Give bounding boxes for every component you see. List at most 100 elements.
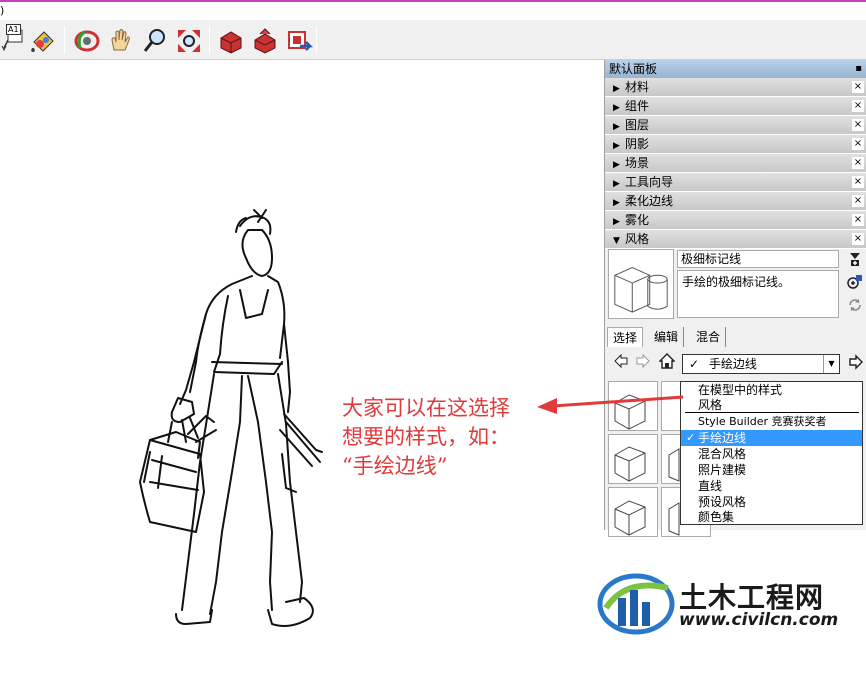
dropdown-option-in-model[interactable]: 在模型中的样式	[681, 382, 862, 398]
style-thumbnail	[608, 249, 674, 319]
details-arrow-icon[interactable]	[848, 354, 864, 370]
expand-arrow-icon: ▶	[613, 179, 620, 189]
tray-label: 工具向导	[625, 175, 674, 189]
back-arrow-icon[interactable]	[613, 353, 629, 369]
tray-materials[interactable]: ▶ 材料 ×	[605, 78, 866, 97]
tray-scenes[interactable]: ▶ 场景 ×	[605, 154, 866, 173]
option-label: 手绘边线	[698, 431, 747, 445]
close-icon[interactable]: ×	[852, 81, 864, 93]
civilcn-logo: 土木工程网 www.civilcn.com	[596, 568, 866, 638]
style-thumbnail-cell[interactable]	[608, 487, 658, 537]
close-icon[interactable]: ×	[852, 119, 864, 131]
refresh-icon[interactable]	[847, 297, 863, 313]
dropdown-option-assorted[interactable]: 混合风格	[681, 446, 862, 462]
expand-arrow-icon: ▶	[613, 217, 620, 227]
dropdown-option-photo-modeling[interactable]: 照片建模	[681, 462, 862, 478]
annotation-arrow-icon	[537, 395, 684, 414]
close-icon[interactable]: ×	[852, 176, 864, 188]
close-icon[interactable]: ×	[852, 138, 864, 150]
dropdown-option-straight-lines[interactable]: 直线	[681, 478, 862, 494]
logo-url: www.civilcn.com	[679, 610, 839, 630]
close-icon[interactable]: ×	[852, 214, 864, 226]
tray-fog[interactable]: ▶ 雾化 ×	[605, 211, 866, 230]
close-icon[interactable]: ×	[852, 100, 864, 112]
tray-instructor[interactable]: ▶ 工具向导 ×	[605, 173, 866, 192]
tab-select[interactable]: 选择	[607, 327, 644, 347]
pan-hand-icon[interactable]	[106, 26, 136, 56]
chevron-down-icon[interactable]: ▼	[823, 355, 839, 373]
toolbar-separator	[316, 26, 317, 54]
tray-label: 场景	[625, 156, 650, 170]
panel-title: 默认面板 ▪	[605, 60, 866, 78]
extension-icon[interactable]	[284, 26, 314, 56]
close-icon[interactable]: ×	[852, 233, 864, 245]
annotation-line: “手绘边线”	[342, 454, 448, 478]
cube-cylinder-icon	[614, 266, 668, 313]
style-nav-row: ✓ 手绘边线 ▼	[605, 349, 866, 374]
option-label: 预设风格	[698, 495, 747, 509]
option-label: 风格	[698, 398, 723, 412]
logo-emblem-icon	[597, 573, 675, 635]
annotation-callout: 大家可以在这选择 想要的样式，如： “手绘边线”	[342, 394, 510, 481]
dropdown-option-styles[interactable]: 风格	[681, 397, 862, 413]
style-library-dropdown: 在模型中的样式 风格 Style Builder 竞赛获奖者 ✓ 手绘边线 混合风…	[680, 381, 863, 525]
dropdown-option-default-styles[interactable]: 预设风格	[681, 494, 862, 510]
tab-edit[interactable]: 编辑	[649, 327, 685, 347]
tray-label: 阴影	[625, 137, 650, 151]
dropdown-option-sketchy-edges[interactable]: ✓ 手绘边线	[681, 430, 862, 446]
warehouse-get-icon[interactable]	[216, 26, 246, 56]
a1-label: A1	[6, 24, 21, 35]
drawing-canvas[interactable]	[0, 62, 604, 675]
create-style-icon[interactable]	[847, 251, 863, 267]
close-icon[interactable]: ×	[852, 157, 864, 169]
toolbar: A1	[0, 20, 866, 60]
tray-layers[interactable]: ▶ 图层 ×	[605, 116, 866, 135]
tray-label: 柔化边线	[625, 194, 674, 208]
select-value: 手绘边线	[708, 357, 757, 371]
expand-arrow-icon: ▶	[613, 122, 620, 132]
tray-styles[interactable]: ▼ 风格 ×	[605, 230, 866, 249]
option-label: Style Builder 竞赛获奖者	[698, 415, 827, 428]
update-style-icon[interactable]	[847, 273, 863, 289]
tray-label: 风格	[625, 232, 650, 246]
expand-arrow-icon: ▶	[613, 141, 620, 151]
dropdown-option-color-sets[interactable]: 颜色集	[681, 509, 862, 525]
style-description-field[interactable]: 手绘的极细标记线。	[677, 270, 839, 318]
home-icon[interactable]	[658, 353, 676, 369]
close-icon[interactable]: ×	[852, 195, 864, 207]
orbit-icon[interactable]	[72, 26, 102, 56]
zoom-extents-icon[interactable]	[174, 26, 204, 56]
option-label: 颜色集	[698, 510, 735, 524]
pin-icon[interactable]: ▪	[855, 60, 862, 78]
zoom-icon[interactable]	[140, 26, 170, 56]
expand-arrow-icon: ▶	[613, 160, 620, 170]
menu-fragment[interactable]: )	[0, 4, 4, 17]
toolbar-separator	[209, 26, 210, 54]
menu-bar: )	[0, 0, 866, 20]
tab-mix[interactable]: 混合	[691, 327, 727, 347]
dropdown-option-style-builder[interactable]: Style Builder 竞赛获奖者	[681, 414, 862, 430]
tray-components[interactable]: ▶ 组件 ×	[605, 97, 866, 116]
dropdown-divider	[685, 412, 859, 413]
tray-soften-edges[interactable]: ▶ 柔化边线 ×	[605, 192, 866, 211]
expand-arrow-icon: ▶	[613, 84, 620, 94]
style-library-select[interactable]: ✓ 手绘边线 ▼	[682, 354, 840, 374]
paint-bucket-icon[interactable]	[28, 26, 58, 56]
panel-title-text: 默认面板	[609, 62, 658, 76]
style-tabs: 选择 编辑 混合	[605, 327, 866, 347]
toolbar-separator	[64, 26, 65, 54]
tray-shadows[interactable]: ▶ 阴影 ×	[605, 135, 866, 154]
collapse-arrow-icon: ▼	[613, 236, 620, 246]
option-label: 直线	[698, 479, 723, 493]
check-icon: ✓	[686, 431, 696, 444]
select-check-icon: ✓	[689, 357, 700, 371]
warehouse-share-icon[interactable]	[250, 26, 280, 56]
style-name-field[interactable]: 极细标记线	[677, 250, 839, 268]
tray-label: 组件	[625, 99, 650, 113]
hand-drawn-figure-icon	[139, 209, 323, 627]
tray-label: 材料	[625, 80, 650, 94]
forward-arrow-icon[interactable]	[635, 353, 651, 369]
option-label: 在模型中的样式	[698, 383, 783, 397]
style-thumbnail-cell[interactable]	[608, 434, 658, 484]
annotation-line: 想要的样式，如：	[342, 425, 510, 449]
